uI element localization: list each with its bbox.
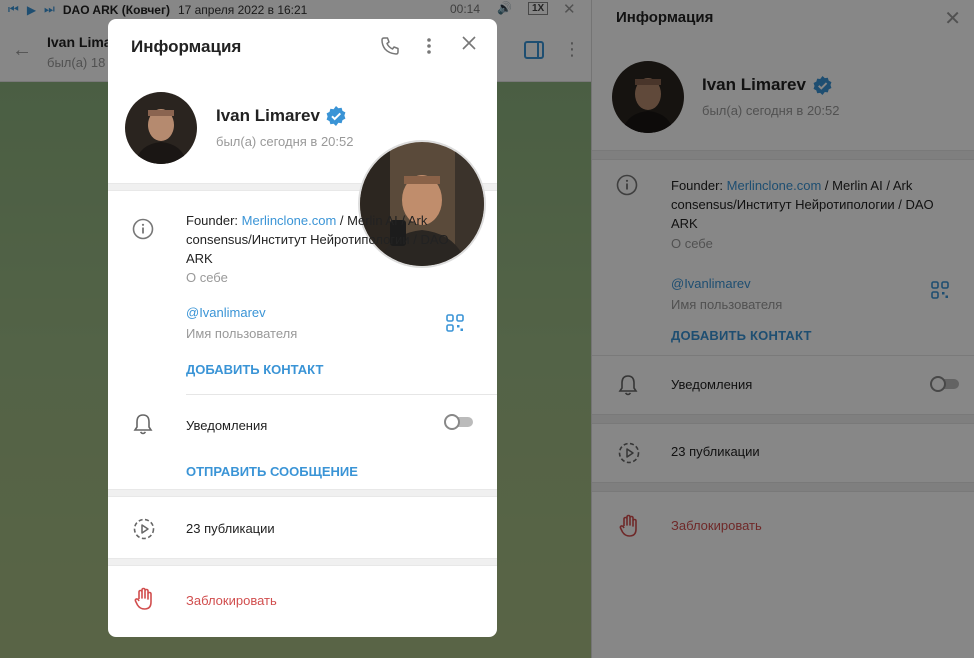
stories-icon	[133, 518, 155, 540]
more-vertical-icon[interactable]	[424, 36, 434, 56]
avatar[interactable]	[125, 92, 197, 164]
modal-notifications-label: Уведомления	[186, 418, 268, 433]
modal-bio-prefix: Founder:	[186, 213, 242, 228]
modal-publications-label: 23 публикации	[186, 521, 275, 536]
modal-header: Информация	[108, 19, 497, 75]
send-message-button[interactable]: ОТПРАВИТЬ СООБЩЕНИЕ	[186, 464, 358, 479]
verified-badge-icon	[326, 106, 346, 126]
modal-username-label: Имя пользователя	[186, 326, 298, 341]
user-info-modal: Информация Ivan Limarev был(а) сегодня в…	[108, 19, 497, 637]
qr-code-icon[interactable]	[446, 314, 464, 332]
notifications-toggle[interactable]	[444, 414, 474, 430]
modal-bio-label: О себе	[186, 270, 228, 285]
modal-block-row[interactable]: Заблокировать	[108, 566, 497, 632]
phone-icon[interactable]	[380, 36, 400, 56]
modal-publications-row[interactable]: 23 публикации	[108, 497, 497, 558]
modal-separator	[108, 489, 497, 497]
modal-block-label: Заблокировать	[186, 593, 277, 608]
modal-profile: Ivan Limarev был(а) сегодня в 20:52	[108, 75, 497, 268]
bell-icon	[133, 414, 153, 435]
modal-info-section: Founder: Merlinclone.com / Merlin AI / A…	[108, 191, 497, 489]
hand-stop-icon	[134, 587, 152, 610]
modal-separator	[108, 558, 497, 566]
close-icon[interactable]	[461, 35, 477, 51]
modal-bio: Founder: Merlinclone.com / Merlin AI / A…	[186, 211, 476, 268]
modal-title: Информация	[131, 37, 242, 56]
info-icon	[132, 218, 154, 240]
modal-profile-name: Ivan Limarev	[216, 106, 346, 126]
modal-profile-status: был(а) сегодня в 20:52	[216, 134, 354, 149]
modal-bio-link[interactable]: Merlinclone.com	[242, 213, 337, 228]
modal-divider	[186, 394, 497, 395]
add-contact-button[interactable]: ДОБАВИТЬ КОНТАКТ	[186, 362, 323, 377]
modal-username[interactable]: @Ivanlimarev	[186, 305, 266, 320]
modal-name-text: Ivan Limarev	[216, 106, 320, 125]
